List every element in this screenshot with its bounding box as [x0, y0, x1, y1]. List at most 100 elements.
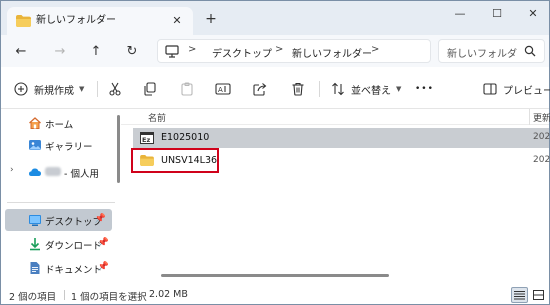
desktop-icon — [29, 215, 41, 226]
breadcrumb-separator[interactable]: > — [275, 44, 283, 55]
plus-circle-icon — [12, 80, 30, 98]
copy-icon — [141, 80, 159, 98]
toolbar-divider — [97, 81, 98, 97]
status-size: 2.02 MB — [149, 289, 188, 300]
file-list: 名前 更新 Ez E1025010 2025 UNSV14L36 2025 — [121, 109, 550, 286]
back-button[interactable]: ← — [10, 41, 32, 63]
search-input[interactable]: 新しいフォルダ — [447, 45, 517, 60]
sort-button-label: 並べ替え — [351, 85, 391, 97]
svg-text:A: A — [218, 86, 223, 94]
title-bar: 新しいフォルダー ✕ + — ☐ ✕ — [1, 1, 549, 35]
chevron-right-icon[interactable]: › — [10, 165, 14, 175]
status-bar: 2 個の項目 1 個の項目を選択 2.02 MB — [1, 286, 549, 304]
navigation-bar: ← → ↑ ↻ > デスクトップ > 新しいフォルダー > 新しいフォルダ — [1, 35, 549, 67]
horizontal-scrollbar[interactable] — [161, 274, 389, 277]
breadcrumb-separator[interactable]: > — [188, 44, 196, 55]
preview-pane-icon — [481, 80, 499, 98]
status-divider — [64, 290, 65, 300]
preview-button[interactable]: プレビュー — [481, 79, 550, 99]
sidebar-item-label: ギャラリー — [45, 142, 93, 153]
sidebar-item-gallery[interactable]: ギャラリー — [1, 134, 115, 156]
sidebar-item-onedrive[interactable]: › - 個人用 — [1, 161, 115, 183]
minimize-button[interactable]: — — [445, 4, 475, 24]
command-bar: 新規作成 ▼ A 並べ替え ▼ ••• プレビュー — [1, 67, 550, 109]
maximize-button[interactable]: ☐ — [482, 4, 512, 24]
pin-icon: 📌 — [94, 214, 106, 224]
red-highlight-box — [131, 148, 219, 173]
breadcrumb-desktop[interactable]: デスクトップ — [212, 45, 272, 60]
home-icon — [29, 117, 41, 129]
file-explorer-window: 新しいフォルダー ✕ + — ☐ ✕ ← → ↑ ↻ > デスクトップ > 新し… — [0, 0, 550, 305]
preview-button-label: プレビュー — [503, 85, 550, 97]
sidebar-item-label: - 個人用 — [64, 169, 99, 180]
sidebar-item-desktop[interactable]: デスクトップ 📌 — [5, 209, 112, 231]
copy-button[interactable] — [141, 79, 159, 99]
pin-icon: 📌 — [97, 238, 109, 248]
rename-icon: A — [214, 80, 232, 98]
details-view-button[interactable] — [511, 287, 528, 303]
sidebar-item-label: ホーム — [45, 120, 74, 131]
column-header-name[interactable]: 名前 — [148, 111, 166, 124]
cut-button[interactable] — [106, 79, 124, 99]
file-date: 2025 — [533, 155, 550, 165]
sidebar-item-label: ダウンロード — [45, 241, 103, 252]
blurred-account-name — [45, 167, 61, 176]
folder-icon — [16, 15, 31, 27]
sort-arrows-icon — [329, 80, 347, 98]
sidebar-item-downloads[interactable]: ダウンロード 📌 — [1, 233, 115, 255]
scissors-icon — [106, 80, 124, 98]
clipboard-icon — [178, 80, 196, 98]
onedrive-cloud-icon — [29, 168, 41, 176]
pin-icon: 📌 — [97, 262, 109, 272]
forward-button[interactable]: → — [49, 41, 71, 63]
chevron-down-icon: ▼ — [396, 85, 402, 93]
up-button[interactable]: ↑ — [85, 41, 107, 63]
close-window-button[interactable]: ✕ — [518, 4, 548, 24]
address-bar[interactable]: > デスクトップ > 新しいフォルダー > — [157, 39, 431, 63]
new-tab-button[interactable]: + — [201, 9, 221, 29]
new-button[interactable]: 新規作成 ▼ — [12, 79, 84, 99]
svg-text:Ez: Ez — [142, 136, 150, 144]
gallery-icon — [29, 140, 41, 150]
paste-button[interactable] — [178, 79, 196, 99]
tab-title: 新しいフォルダー — [36, 15, 116, 26]
details-view-icon — [514, 291, 525, 300]
breadcrumb-new-folder[interactable]: 新しいフォルダー — [292, 45, 372, 60]
search-icon — [524, 45, 536, 57]
search-box[interactable]: 新しいフォルダ — [438, 39, 545, 63]
file-date: 2025 — [533, 132, 550, 142]
breadcrumb-separator[interactable]: > — [371, 44, 379, 55]
this-pc-icon[interactable] — [165, 45, 179, 58]
more-options-button[interactable]: ••• — [415, 79, 434, 99]
document-icon — [30, 262, 40, 274]
tab-new-folder[interactable]: 新しいフォルダー ✕ — [7, 7, 193, 35]
file-row-e1025010[interactable]: Ez E1025010 2025 — [133, 128, 550, 148]
sidebar-item-home[interactable]: ホーム — [1, 112, 115, 134]
tiles-view-icon — [533, 290, 544, 300]
refresh-button[interactable]: ↻ — [121, 41, 143, 63]
share-icon — [251, 80, 269, 98]
trash-icon — [289, 80, 307, 98]
tab-close-button[interactable]: ✕ — [168, 12, 186, 30]
status-selection: 1 個の項目を選択 — [71, 292, 147, 303]
column-header-row: 名前 更新 — [121, 109, 550, 125]
column-separator[interactable] — [529, 109, 530, 125]
download-icon — [30, 238, 40, 251]
rename-button[interactable]: A — [214, 79, 232, 99]
share-button[interactable] — [251, 79, 269, 99]
sidebar-scrollbar[interactable] — [117, 115, 120, 183]
file-name: E1025010 — [161, 132, 210, 143]
sidebar-divider — [7, 202, 115, 203]
toolbar-divider — [319, 81, 320, 97]
sidebar-item-documents[interactable]: ドキュメント 📌 — [1, 257, 115, 279]
status-item-count: 2 個の項目 — [9, 292, 57, 303]
column-header-date[interactable]: 更新 — [533, 111, 550, 124]
sidebar-item-label: ドキュメント — [45, 265, 103, 276]
sidebar-item-label: デスクトップ — [45, 217, 103, 228]
more-icon: ••• — [415, 84, 434, 94]
navigation-pane: ホーム ギャラリー › - 個人用 デスクトップ 📌 ダウンロード 📌 ドキュメ… — [1, 109, 121, 286]
delete-button[interactable] — [289, 79, 307, 99]
chevron-down-icon: ▼ — [79, 85, 85, 93]
sort-button[interactable]: 並べ替え ▼ — [329, 79, 401, 99]
tiles-view-button[interactable] — [530, 287, 547, 303]
